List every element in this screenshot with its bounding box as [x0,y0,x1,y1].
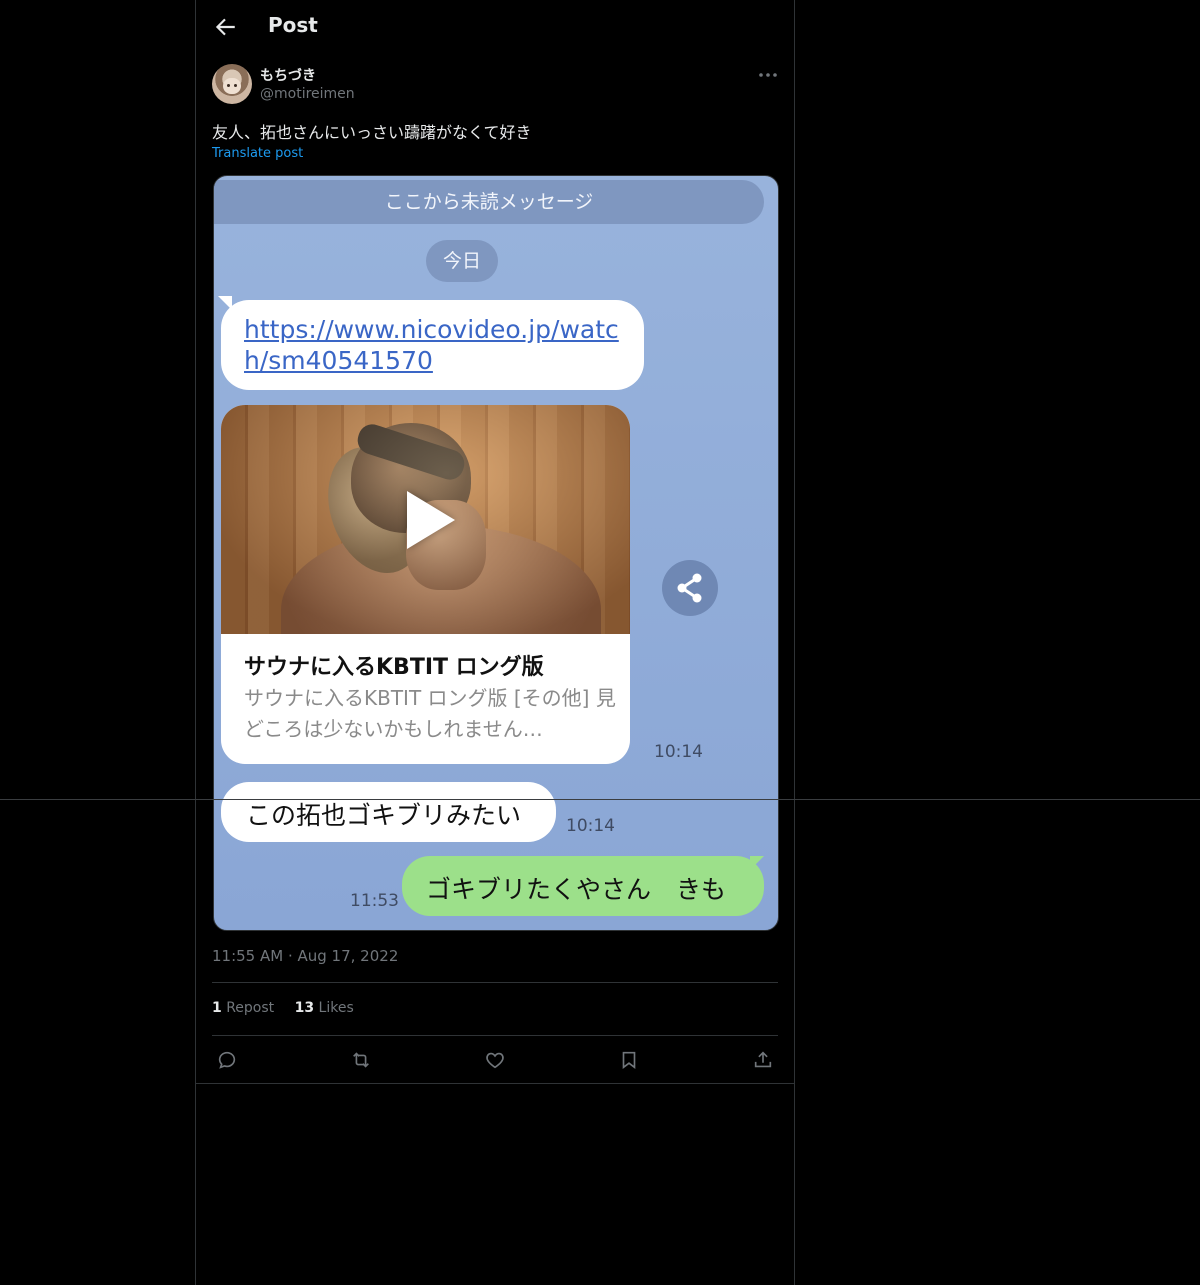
card-description: サウナに入るKBTIT ロング版 [その他] 見どころは少ないかもしれません… [244,686,616,741]
like-icon[interactable] [484,1049,506,1071]
received-message-text: この拓也ゴキブリみたい [246,801,522,830]
repost-count-link[interactable]: 1 Repost [212,1000,274,1016]
back-arrow-icon[interactable] [212,14,238,40]
received-message-bubble: この拓也ゴキブリみたい [221,782,556,842]
video-thumbnail [221,405,630,634]
divider [196,1083,794,1084]
upload-icon[interactable] [752,1049,774,1071]
bookmark-icon[interactable] [618,1049,640,1071]
divider [212,982,778,983]
sent-message-bubble: ゴキブリたくやさん きも [402,856,764,916]
card-title: サウナに入るKBTIT ロング版 [244,655,544,680]
translate-post-link[interactable]: Translate post [212,146,303,161]
repost-icon[interactable] [350,1049,372,1071]
bubble-tail [750,856,764,870]
chat-link: https://www.nicovideo.jp/watch/sm4054157… [244,315,619,375]
author-handle[interactable]: @motireimen [260,86,355,102]
video-preview-card: サウナに入るKBTIT ロング版 サウナに入るKBTIT ロング版 [その他] … [221,405,630,764]
more-icon[interactable] [756,66,780,84]
tweet-text: 友人、拓也さんにいっさい躊躇がなくて好き [212,123,532,142]
overlay-rule [0,799,1200,800]
engagement-stats: 1 Repost 13 Likes [212,1000,354,1016]
avatar[interactable] [212,64,252,104]
reply-icon[interactable] [216,1049,238,1071]
message-time: 10:14 [566,816,615,836]
share-icon [662,560,718,616]
sent-message-text: ゴキブリたくやさん きも [426,875,727,904]
message-time: 11:53 [350,891,399,911]
play-icon [407,491,455,549]
link-bubble: https://www.nicovideo.jp/watch/sm4054157… [221,300,644,390]
post-header: Post [196,0,794,53]
post-timestamp[interactable]: 11:55 AM · Aug 17, 2022 [212,947,398,965]
author-display-name[interactable]: もちづき [260,65,316,85]
likes-count-link[interactable]: 13 Likes [295,1000,354,1016]
unread-divider: ここから未読メッセージ [214,180,764,224]
action-bar [196,1045,794,1075]
date-pill: 今日 [426,240,498,282]
page-title: Post [268,13,318,37]
post-column: Post もちづき @motireimen 友人、拓也さんにいっさい躊躇がなくて… [195,0,795,1285]
divider [212,1035,778,1036]
message-time: 10:14 [654,742,703,762]
tweet-image[interactable]: ここから未読メッセージ 今日 https://www.nicovideo.jp/… [213,175,779,931]
